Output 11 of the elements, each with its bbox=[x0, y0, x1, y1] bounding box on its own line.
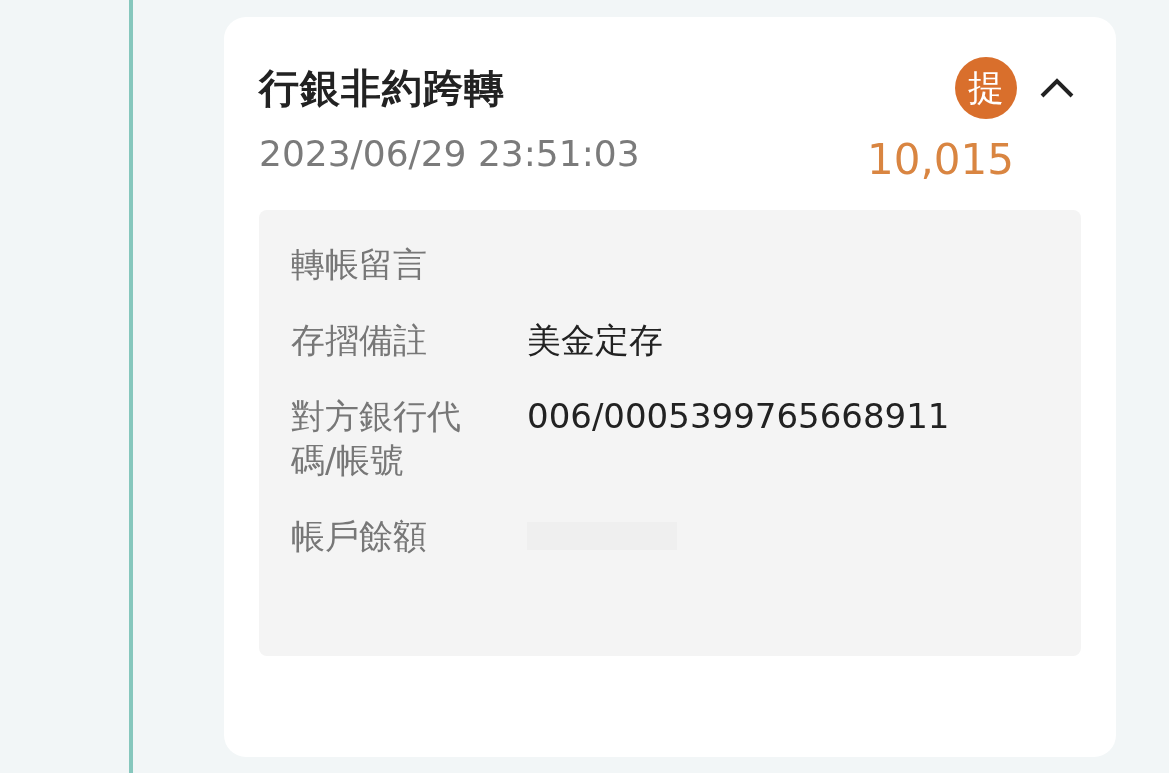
detail-label: 轉帳留言 bbox=[291, 243, 428, 286]
detail-value: 006/0005399765668911 bbox=[527, 395, 950, 438]
detail-label: 存摺備註 bbox=[291, 319, 428, 362]
transaction-title: 行銀非約跨轉 bbox=[259, 63, 505, 113]
chevron-up-icon[interactable] bbox=[1039, 76, 1075, 100]
detail-value: 美金定存 bbox=[527, 319, 663, 362]
transaction-amount: 10,015 bbox=[867, 135, 1014, 184]
transaction-datetime: 2023/06/29 23:51:03 bbox=[259, 133, 640, 174]
detail-label: 帳戶餘額 bbox=[291, 515, 428, 558]
detail-label: 對方銀行代碼/帳號 bbox=[291, 395, 461, 482]
type-badge: 提 bbox=[955, 57, 1017, 119]
